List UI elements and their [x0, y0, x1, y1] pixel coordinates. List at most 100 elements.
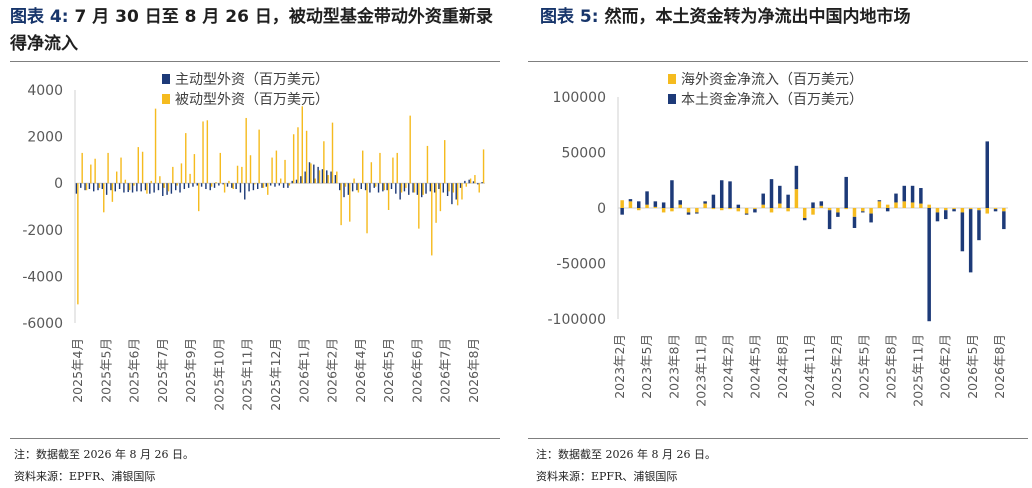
fig5-bar-s0-19 — [778, 203, 782, 208]
fig4-bar-s0-5 — [97, 183, 99, 191]
fig4-bar-s1-43 — [262, 183, 265, 188]
fig4-bar-s1-82 — [431, 183, 433, 256]
fig4-bar-s0-93 — [477, 183, 479, 185]
fig5-bar-s1-32 — [885, 208, 890, 212]
fig4-bar-s0-26 — [187, 183, 190, 188]
fig4-y-tick-4: -4000 — [22, 269, 63, 285]
fig5-bar-s1-42 — [968, 209, 973, 273]
fig5-bar-s0-7 — [678, 204, 682, 208]
fig5-bar-s1-3 — [645, 191, 649, 205]
fig4-bar-s0-40 — [248, 183, 250, 192]
fig5-bar-s0-33 — [894, 202, 898, 208]
fig5-bar-s1-45 — [993, 209, 998, 212]
fig4-bar-s1-51 — [297, 127, 299, 184]
fig4-bar-s1-62 — [344, 183, 347, 187]
fig4-bar-s1-67 — [366, 183, 368, 234]
fig4-bar-s1-93 — [478, 183, 480, 193]
fig4-bar-s0-23 — [175, 183, 177, 191]
fig5-bar-s0-26 — [836, 208, 840, 213]
fig4-bar-s0-61 — [339, 183, 341, 191]
fig4-bar-s0-94 — [481, 182, 483, 184]
fig5-bar-s0-36 — [919, 203, 923, 208]
fig4-bar-s1-39 — [245, 117, 247, 184]
fig4-bar-s1-6 — [103, 183, 105, 213]
fig5-bar-s0-39 — [944, 208, 948, 211]
fig5-x-tick-6: 2024年8月 — [775, 334, 790, 399]
fig5-bar-s1-33 — [894, 193, 898, 203]
fig5-bar-s1-10 — [703, 201, 707, 204]
fig4-bar-s0-88 — [455, 183, 457, 200]
fig4-bar-s1-86 — [448, 183, 450, 192]
fig4-bar-s0-71 — [382, 183, 384, 192]
fig4-bar-s0-52 — [300, 176, 302, 184]
fig4-bar-s0-81 — [425, 183, 427, 194]
fig4-bar-s1-32 — [215, 182, 217, 184]
fig5-bar-s0-46 — [1002, 208, 1006, 212]
fig4-bar-s0-65 — [356, 183, 358, 191]
fig4-x-tick-2: 2025年6月 — [127, 338, 142, 403]
figure-5-bottom-rule — [528, 438, 1028, 439]
fig4-bar-s1-89 — [461, 183, 463, 200]
figure-4-title-lead: 图表 4: — [10, 7, 69, 27]
fig5-bar-s1-19 — [778, 185, 782, 204]
fig5-bar-s0-14 — [736, 208, 741, 212]
fig5-bar-s1-9 — [695, 212, 699, 214]
figure-4-title: 图表 4: 7 月 30 日至 8 月 26 日，被动型基金带动外资重新录得净流… — [10, 4, 500, 58]
fig5-bar-s0-4 — [653, 206, 658, 208]
fig4-bar-s1-61 — [340, 183, 342, 226]
fig5-bar-s1-28 — [852, 216, 857, 228]
fig4-bar-s1-76 — [405, 183, 407, 188]
fig5-bar-s1-27 — [844, 176, 848, 208]
fig4-bar-s1-85 — [444, 140, 446, 184]
fig4-bar-s0-79 — [416, 183, 419, 195]
fig4-x-tick-10: 2026年4月 — [353, 338, 368, 403]
fig4-bar-s0-16 — [144, 183, 147, 191]
figure-4-top-rule — [10, 61, 500, 62]
fig5-bar-s1-20 — [786, 194, 790, 208]
fig4-bar-s0-62 — [343, 183, 345, 198]
fig4-bar-s0-35 — [226, 183, 229, 187]
fig4-y-tick-2: 0 — [54, 176, 63, 192]
fig4-legend-swatch-0 — [162, 74, 170, 84]
fig5-bar-s1-25 — [827, 210, 832, 230]
fig5-bar-s0-37 — [927, 204, 931, 208]
fig5-y-tick-4: -100000 — [548, 312, 607, 328]
fig5-x-tick-3: 2023年11月 — [693, 334, 708, 407]
fig5-bar-s1-29 — [861, 211, 865, 213]
fig5-bar-s0-22 — [802, 208, 807, 218]
fig4-bar-s1-23 — [176, 183, 178, 186]
fig4-bar-s1-46 — [275, 150, 278, 184]
fig5-bar-s0-44 — [985, 208, 989, 214]
fig4-bar-s0-38 — [239, 183, 242, 193]
fig4-bar-s1-35 — [228, 180, 230, 184]
figure-5-source: 资料来源：EPFR、浦银国际 — [536, 470, 678, 483]
fig5-bar-s1-17 — [761, 193, 765, 205]
fig4-bar-s1-34 — [223, 183, 226, 193]
fig5-x-tick-5: 2024年5月 — [748, 334, 763, 399]
fig5-bar-s0-9 — [695, 208, 699, 213]
fig5-bar-s1-40 — [952, 209, 956, 212]
fig5-bar-s1-18 — [769, 179, 774, 208]
fig4-bar-s1-0 — [77, 183, 79, 305]
fig4-x-tick-11: 2026年5月 — [381, 338, 396, 403]
fig4-bar-s1-66 — [362, 150, 364, 184]
fig4-bar-s0-33 — [218, 183, 220, 186]
figure-5-top-rule — [528, 61, 1028, 62]
fig4-bar-s1-84 — [439, 183, 442, 212]
fig4-bar-s1-92 — [474, 175, 476, 184]
fig4-bar-s1-83 — [435, 183, 437, 223]
fig5-bar-s0-1 — [628, 201, 633, 208]
fig5-bar-s0-42 — [968, 208, 973, 210]
fig5-bar-s0-29 — [861, 208, 865, 212]
fig4-bar-s1-17 — [150, 180, 152, 184]
fig4-bar-s0-91 — [468, 179, 470, 184]
fig5-bar-s1-43 — [977, 210, 981, 241]
fig5-bar-s0-25 — [827, 208, 832, 211]
fig5-bar-s0-11 — [711, 208, 716, 210]
fig4-x-tick-7: 2025年12月 — [268, 338, 283, 411]
fig4-legend-label-0: 主动型外资（百万美元） — [175, 72, 329, 88]
fig4-bar-s0-66 — [360, 183, 362, 190]
fig4-bar-s0-82 — [429, 183, 432, 192]
fig4-bar-s0-39 — [244, 183, 246, 200]
fig4-bar-s1-73 — [392, 157, 394, 184]
